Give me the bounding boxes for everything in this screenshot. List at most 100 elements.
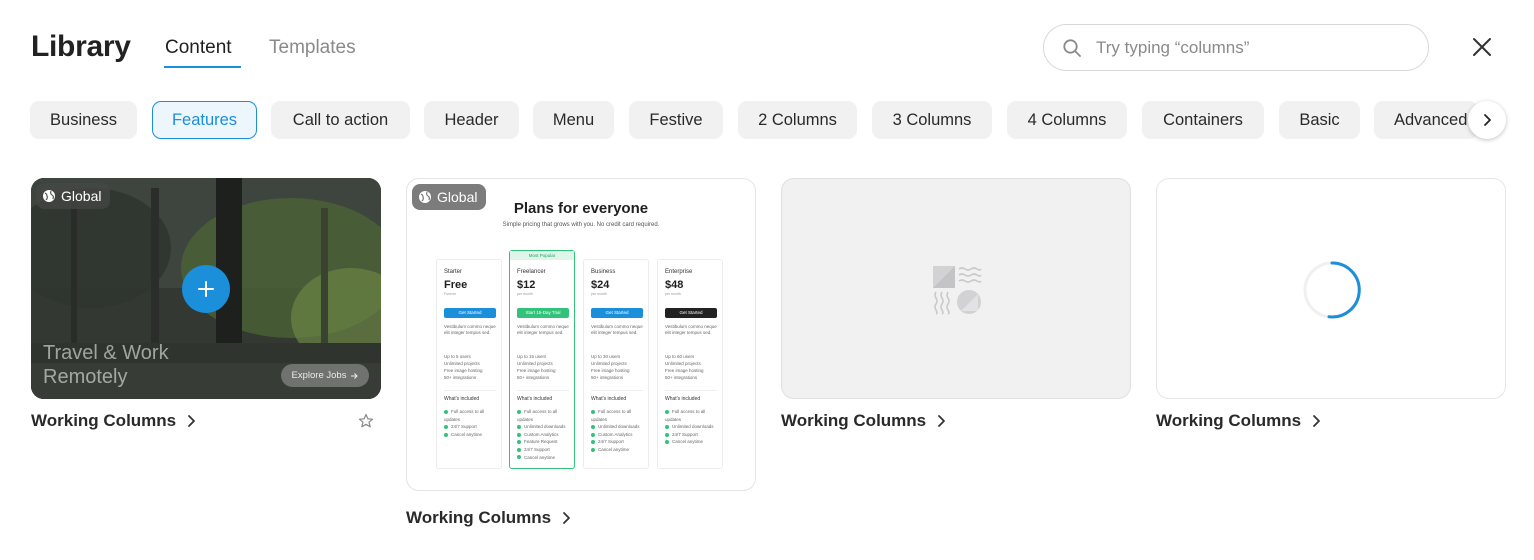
- included-item: Full access to all updates: [517, 408, 573, 423]
- preview-cta: Explore Jobs: [281, 364, 369, 387]
- plan-description: Vestibulum commo neque elit integer temp…: [665, 324, 717, 335]
- template-card-2[interactable]: Global Plans for everyone Simple pricing…: [406, 178, 756, 491]
- plan-features: Up to 15 users Unlimited projects Free i…: [517, 353, 571, 381]
- included-item: Cancel anytime: [444, 431, 500, 439]
- chip-containers[interactable]: Containers: [1142, 101, 1264, 139]
- plan-starter: Starter Free Forever Get Started Vestibu…: [436, 259, 502, 469]
- card-title-label: Working Columns: [781, 411, 927, 430]
- card-title-2[interactable]: Working Columns: [406, 508, 571, 528]
- plus-icon: [198, 281, 214, 297]
- plan-enterprise: Enterprise $48 per month Get Started Ves…: [657, 259, 723, 469]
- plan-freelancer: Most Popular Freelancer $12 per month St…: [509, 250, 575, 469]
- favorite-button[interactable]: [358, 413, 374, 434]
- card-title-label: Working Columns: [406, 508, 552, 527]
- plan-feature: Up to 60 users: [665, 354, 695, 359]
- chip-business[interactable]: Business: [30, 101, 137, 139]
- plan-feature: Free image hosting: [517, 368, 556, 373]
- card-title-1[interactable]: Working Columns: [31, 411, 196, 431]
- plan-description: Vestibulum commo neque elit integer temp…: [591, 324, 643, 335]
- chip-menu[interactable]: Menu: [533, 101, 614, 139]
- plan-name: Enterprise: [665, 269, 693, 275]
- search-box[interactable]: [1043, 24, 1429, 71]
- template-card-4[interactable]: [1156, 178, 1506, 399]
- chevron-right-icon: [938, 415, 946, 427]
- included-item: 24/7 Support: [591, 438, 647, 446]
- plan-price: $48: [665, 279, 684, 291]
- chip-features[interactable]: Features: [152, 101, 257, 139]
- plan-features: Up to 60 users Unlimited projects Free i…: [665, 353, 719, 381]
- template-card-1[interactable]: Global Travel & Work Remotely Explore Jo…: [31, 178, 381, 399]
- included-item: 24/7 Support: [665, 431, 721, 439]
- plan-feature: Up to 15 users: [517, 354, 547, 359]
- arrow-right-icon: [351, 372, 359, 379]
- plan-feature: 50+ integrations: [517, 375, 550, 380]
- included-item: Unlimited downloads: [517, 423, 573, 431]
- plan-feature: Unlimited projects: [591, 361, 627, 366]
- chip-advanced[interactable]: Advanced: [1374, 101, 1478, 139]
- chip-call-to-action[interactable]: Call to action: [271, 101, 410, 139]
- plan-feature: 50+ integrations: [444, 375, 477, 380]
- chips-scroll-next-button[interactable]: [1468, 101, 1506, 139]
- plan-price: $12: [517, 279, 536, 291]
- plan-feature: Unlimited projects: [444, 361, 480, 366]
- plan-name: Freelancer: [517, 269, 546, 275]
- active-tab-indicator: [164, 66, 241, 68]
- preview-headline: Travel & Work Remotely: [43, 341, 169, 389]
- plan-price-note: per month: [517, 292, 533, 296]
- global-badge: Global: [36, 183, 111, 209]
- card-title-3[interactable]: Working Columns: [781, 411, 946, 431]
- plan-features: Up to 5 users Unlimited projects Free im…: [444, 353, 498, 381]
- included-list: Full access to all updates Unlimited dow…: [517, 408, 573, 461]
- plan-price: Free: [444, 279, 468, 291]
- chip-header[interactable]: Header: [424, 101, 519, 139]
- included-label: What's included: [665, 396, 701, 402]
- close-icon: [1473, 38, 1491, 56]
- plan-feature: Free image hosting: [444, 368, 483, 373]
- chip-4-columns[interactable]: 4 Columns: [1007, 101, 1127, 139]
- add-button[interactable]: [182, 265, 230, 313]
- most-popular-badge: Most Popular: [510, 251, 574, 260]
- search-icon: [1063, 39, 1081, 57]
- included-list: Full access to all updates Unlimited dow…: [591, 408, 647, 454]
- chip-festive[interactable]: Festive: [629, 101, 723, 139]
- chevron-right-icon: [188, 415, 196, 427]
- preview-headline-line-2: Remotely: [43, 366, 128, 388]
- included-label: What's included: [517, 396, 553, 402]
- card-title-label: Working Columns: [31, 411, 177, 430]
- global-badge-label: Global: [61, 188, 102, 204]
- chevron-right-icon: [1484, 114, 1491, 126]
- included-item: 24/7 Support: [444, 423, 500, 431]
- plan-price: $24: [591, 279, 610, 291]
- divider: [517, 390, 569, 391]
- plan-feature: Free image hosting: [591, 368, 630, 373]
- preview-cta-label: Explore Jobs: [291, 370, 347, 381]
- plan-button: Get Started: [665, 308, 717, 318]
- preview-heading: Plans for everyone: [513, 200, 649, 217]
- image-placeholder-icon: [933, 266, 982, 315]
- card-title-label: Working Columns: [1156, 411, 1302, 430]
- plan-feature: 50+ integrations: [665, 375, 698, 380]
- loading-spinner-icon: [1303, 261, 1361, 319]
- included-label: What's included: [444, 396, 480, 402]
- plan-feature: Unlimited projects: [517, 361, 553, 366]
- plan-price-note: per month: [591, 292, 607, 296]
- preview-subheading: Simple pricing that grows with you. No c…: [502, 222, 660, 228]
- included-item: Full access to all updates: [665, 408, 721, 423]
- chip-2-columns[interactable]: 2 Columns: [738, 101, 857, 139]
- tab-content[interactable]: Content: [165, 37, 232, 59]
- chip-basic[interactable]: Basic: [1279, 101, 1360, 139]
- included-item: Cancel anytime: [517, 454, 573, 462]
- divider: [591, 390, 643, 391]
- template-card-3[interactable]: [781, 178, 1131, 399]
- tab-templates[interactable]: Templates: [269, 37, 356, 59]
- plan-feature: 50+ integrations: [591, 375, 624, 380]
- close-button[interactable]: [1468, 33, 1496, 61]
- chip-3-columns[interactable]: 3 Columns: [872, 101, 992, 139]
- search-input[interactable]: [1096, 35, 1406, 61]
- chevron-right-icon: [1313, 415, 1321, 427]
- card-title-4[interactable]: Working Columns: [1156, 411, 1321, 431]
- globe-icon: [43, 190, 55, 202]
- plan-price-note: Forever: [444, 292, 457, 296]
- included-item: Custom Analytics: [517, 431, 573, 439]
- included-item: 24/7 Support: [517, 446, 573, 454]
